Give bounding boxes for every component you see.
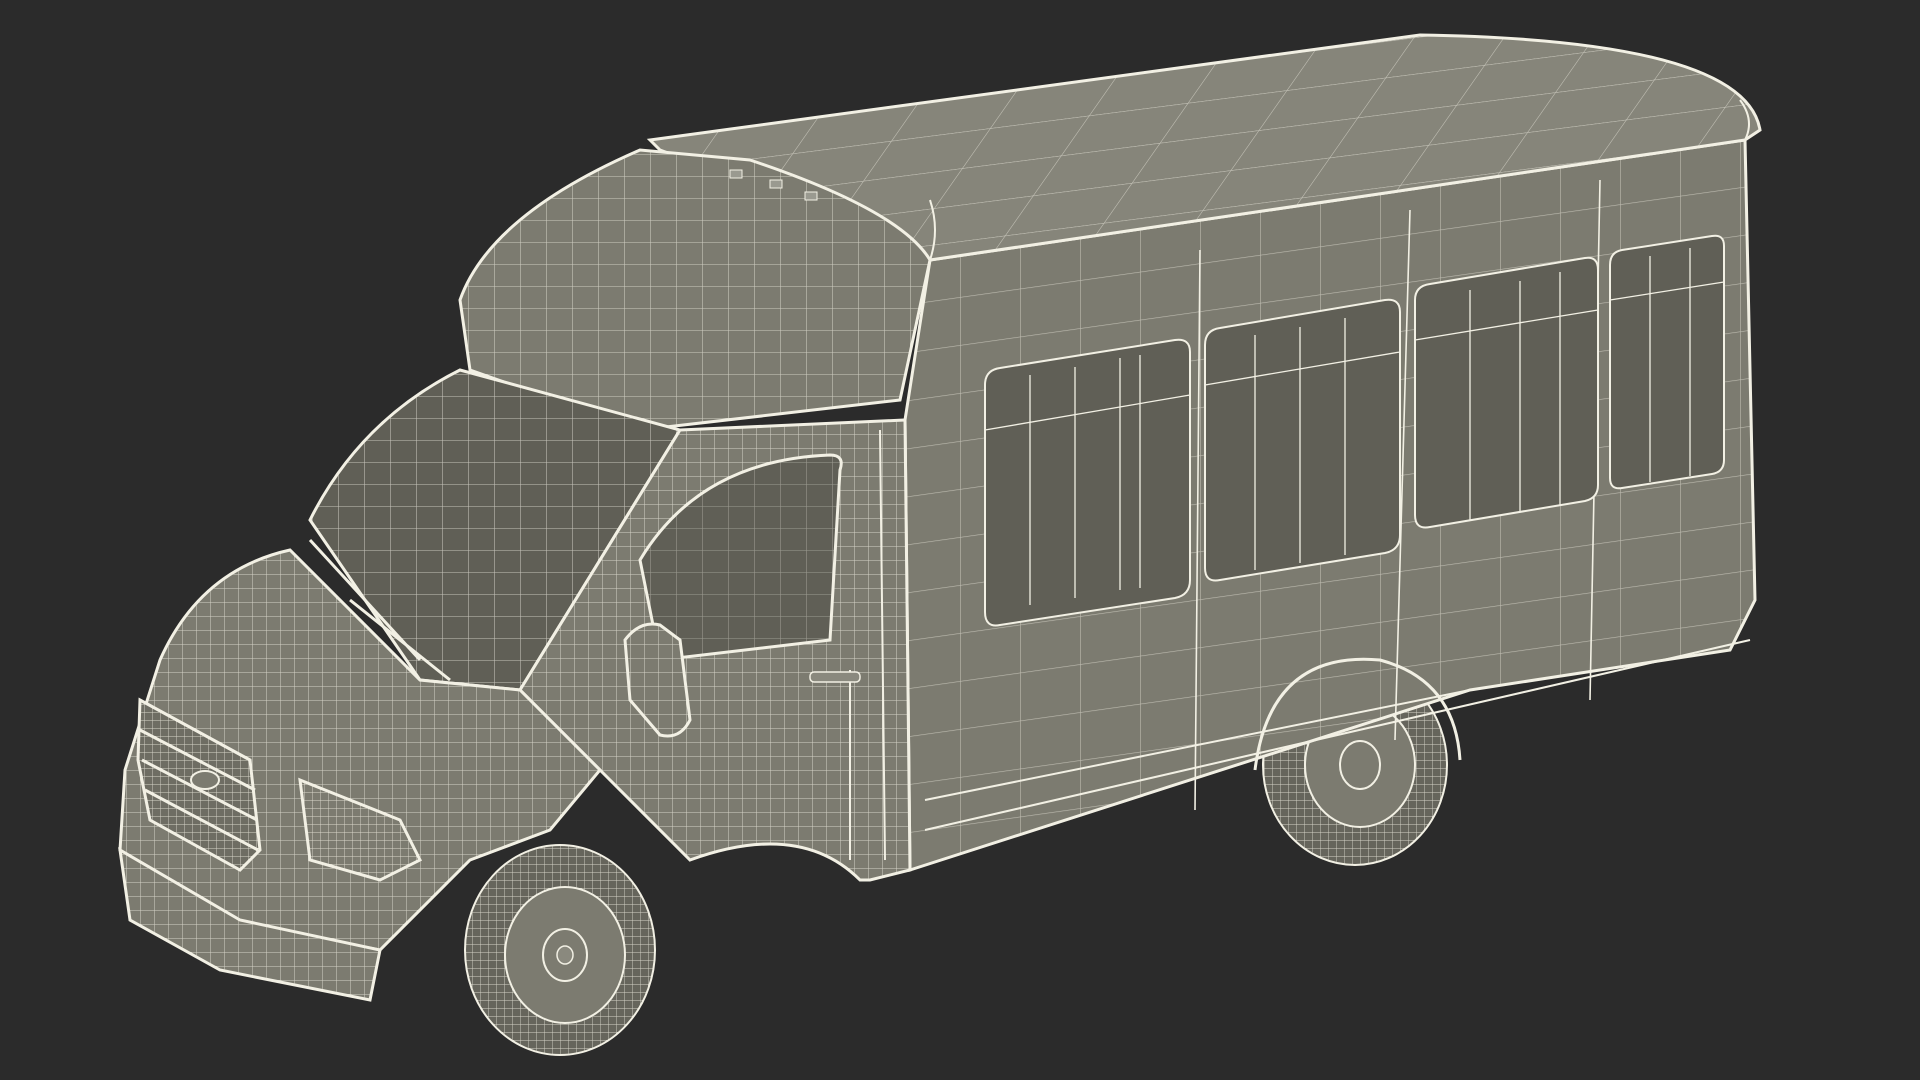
front-wheel bbox=[464, 844, 656, 1056]
render-viewport bbox=[0, 0, 1920, 1080]
wireframe-bus-render bbox=[118, 33, 1762, 1056]
